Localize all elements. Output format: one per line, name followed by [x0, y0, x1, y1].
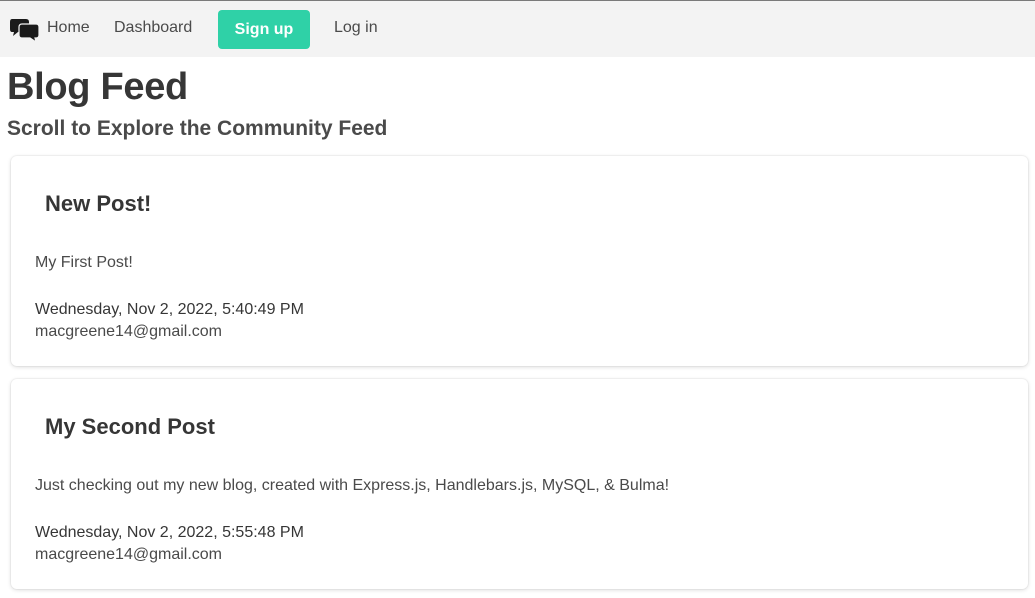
chat-bubbles-icon[interactable] [10, 17, 40, 44]
navbar: Home Dashboard Sign up Log in [0, 0, 1035, 57]
post-date: Wednesday, Nov 2, 2022, 5:55:48 PM [35, 524, 304, 541]
nav-dashboard-link[interactable]: Dashboard [114, 19, 192, 37]
post-body: My First Post! [35, 254, 133, 271]
page-title: Blog Feed [7, 66, 188, 108]
nav-home-link[interactable]: Home [47, 19, 90, 37]
post-author: macgreene14@gmail.com [35, 546, 222, 563]
post-title: My Second Post [45, 414, 215, 439]
post-card: My Second Post Just checking out my new … [11, 379, 1028, 589]
nav-login-link[interactable]: Log in [334, 19, 378, 37]
post-card: New Post! My First Post! Wednesday, Nov … [11, 156, 1028, 366]
page-subtitle: Scroll to Explore the Community Feed [7, 117, 388, 140]
post-author: macgreene14@gmail.com [35, 323, 222, 340]
post-date: Wednesday, Nov 2, 2022, 5:40:49 PM [35, 301, 304, 318]
signup-button[interactable]: Sign up [218, 10, 310, 49]
post-body: Just checking out my new blog, created w… [35, 477, 670, 494]
post-title: New Post! [45, 191, 152, 216]
